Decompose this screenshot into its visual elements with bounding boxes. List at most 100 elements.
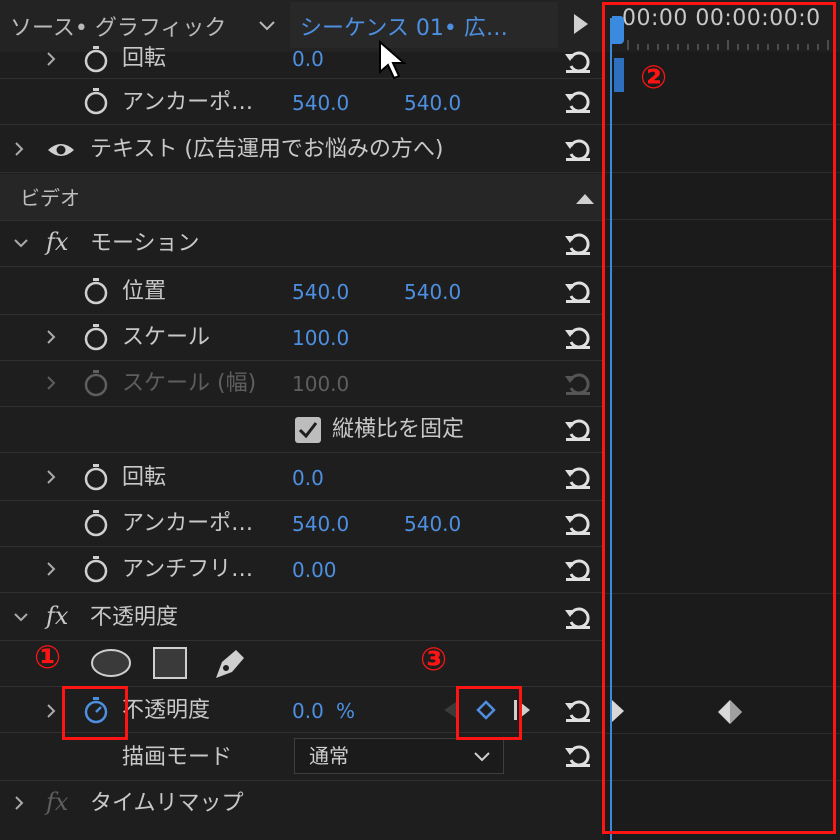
row-position: 位置 540.0 540.0 [0, 268, 604, 315]
row-scale-width: スケール (幅) 100.0 [0, 360, 604, 407]
tab-sequence[interactable]: シーケンス 01• 広… [300, 10, 508, 42]
value-x[interactable]: 540.0 [292, 511, 349, 537]
value-y[interactable]: 540.0 [404, 90, 461, 116]
property-value[interactable]: 0.0 [292, 698, 324, 724]
chevron-down-icon[interactable] [14, 610, 28, 624]
chevron-right-icon[interactable] [44, 470, 58, 484]
row-blend-mode: 描画モード 通常 [0, 734, 604, 781]
stopwatch-icon[interactable] [82, 462, 110, 492]
property-value: 100.0 [292, 372, 350, 396]
property-label: 描画モード [122, 745, 233, 770]
effect-label: モーション [90, 231, 200, 256]
chevron-right-icon[interactable] [12, 142, 26, 156]
property-label: アンカーポ… [122, 90, 254, 115]
reset-icon [565, 373, 590, 395]
value-x[interactable]: 540.0 [292, 279, 349, 305]
annotation-number-1: ① [34, 638, 62, 676]
select-value: 通常 [309, 744, 349, 768]
chevron-right-icon[interactable] [44, 330, 58, 344]
property-value[interactable]: 100.0 [292, 325, 349, 351]
fx-icon: fx [46, 602, 69, 630]
annotation-box-timeline [602, 2, 836, 834]
property-value[interactable]: 0.0 [292, 46, 324, 72]
eye-icon[interactable] [46, 140, 76, 160]
property-label: アンチフリ… [122, 557, 254, 582]
stopwatch-icon [84, 370, 108, 397]
property-label: スケール [122, 325, 211, 350]
row-anti-flicker: アンチフリ… 0.00 [0, 546, 604, 593]
chevron-down-icon[interactable] [14, 236, 28, 250]
row-rotation-top: 回転 0.0 [0, 46, 604, 79]
row-uniform-scale: 縦横比を固定 [0, 406, 604, 453]
reset-icon[interactable] [562, 414, 594, 444]
row-rotation: 回転 0.0 [0, 454, 604, 501]
row-time-remap: fx タイムリマップ [0, 780, 604, 826]
reset-icon[interactable] [562, 276, 594, 306]
row-motion: fx モーション [0, 220, 604, 267]
reset-icon[interactable] [562, 322, 594, 352]
reset-icon[interactable] [562, 462, 594, 492]
checkbox-label: 縦横比を固定 [332, 417, 465, 442]
row-video-header: ビデオ [0, 174, 604, 221]
property-label: 位置 [122, 279, 167, 304]
blend-mode-select[interactable]: 通常 [294, 738, 504, 774]
checkbox-checked-icon[interactable] [294, 416, 322, 444]
chevron-right-icon[interactable] [44, 52, 58, 66]
chevron-down-icon[interactable] [256, 14, 278, 36]
row-mask-tools [0, 640, 604, 687]
reset-icon[interactable] [562, 228, 594, 258]
effect-label: 不透明度 [90, 605, 179, 630]
value-x[interactable]: 540.0 [292, 90, 349, 116]
reset-icon[interactable] [562, 695, 594, 725]
chevron-right-icon[interactable] [44, 376, 58, 390]
chevron-down-icon [474, 752, 490, 762]
annotation-box-keyframe [456, 686, 522, 740]
annotation-box-stopwatch [62, 686, 128, 740]
reset-icon[interactable] [562, 134, 594, 164]
stopwatch-icon[interactable] [82, 322, 110, 352]
stopwatch-icon[interactable] [82, 276, 110, 306]
stopwatch-icon[interactable] [82, 554, 110, 584]
mouse-cursor-icon [379, 40, 407, 80]
property-value[interactable]: 0.00 [292, 557, 337, 583]
collapse-up-icon[interactable] [576, 192, 594, 204]
property-unit: % [336, 699, 356, 723]
reset-icon[interactable] [562, 602, 594, 632]
property-label: スケール (幅) [122, 371, 257, 396]
ellipse-mask-icon[interactable] [90, 648, 132, 678]
layer-label: テキスト (広告運用でお悩みの方へ) [90, 137, 444, 162]
property-label: 不透明度 [122, 698, 211, 723]
reset-icon[interactable] [562, 508, 594, 538]
chevron-right-icon[interactable] [12, 796, 26, 810]
annotation-number-3: ③ [420, 640, 448, 678]
chevron-right-icon[interactable] [44, 562, 58, 576]
fx-icon: fx [46, 788, 69, 816]
row-text-layer: テキスト (広告運用でお悩みの方へ) [0, 126, 604, 173]
play-icon[interactable] [574, 14, 588, 34]
effect-label: タイムリマップ [90, 791, 244, 816]
reset-icon[interactable] [562, 46, 594, 76]
annotation-number-2: ② [640, 58, 668, 96]
prev-keyframe-icon[interactable] [444, 702, 456, 718]
property-label: 回転 [122, 46, 167, 71]
reset-icon[interactable] [562, 86, 594, 116]
tab-source-graphic[interactable]: ソース• グラフィック [10, 10, 226, 42]
row-opacity-group: fx 不透明度 [0, 594, 604, 641]
value-y[interactable]: 540.0 [404, 511, 461, 537]
stopwatch-icon[interactable] [82, 86, 110, 116]
fx-icon: fx [46, 228, 69, 256]
reset-icon[interactable] [562, 740, 594, 770]
stopwatch-icon[interactable] [82, 508, 110, 538]
row-scale: スケール 100.0 [0, 314, 604, 361]
rectangle-mask-icon[interactable] [152, 646, 188, 680]
property-value[interactable]: 0.0 [292, 465, 324, 491]
pen-mask-icon[interactable] [210, 644, 250, 682]
reset-icon[interactable] [562, 554, 594, 584]
value-y[interactable]: 540.0 [404, 279, 461, 305]
property-label: 回転 [122, 465, 167, 490]
row-anchor: アンカーポ… 540.0 540.0 [0, 500, 604, 547]
row-anchor-top: アンカーポ… 540.0 540.0 [0, 78, 604, 125]
stopwatch-icon[interactable] [82, 44, 110, 74]
section-label: ビデオ [20, 186, 80, 210]
chevron-right-icon[interactable] [44, 704, 58, 718]
